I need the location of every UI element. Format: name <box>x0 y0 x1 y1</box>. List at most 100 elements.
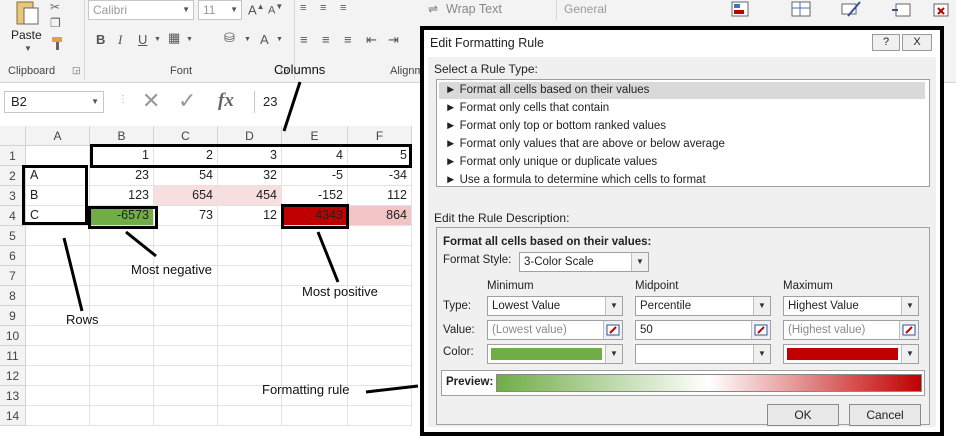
bold-icon[interactable]: B <box>96 32 105 47</box>
shrink-font-icon[interactable]: A▼ <box>268 2 283 17</box>
table-cell[interactable] <box>218 326 282 346</box>
column-header[interactable]: D <box>218 126 282 146</box>
insert-function-icon[interactable]: fx <box>218 90 234 112</box>
table-cell[interactable] <box>282 266 348 286</box>
row-header[interactable]: 8 <box>0 286 26 306</box>
borders-icon[interactable]: ▦ <box>168 30 180 46</box>
table-cell[interactable] <box>348 226 412 246</box>
table-cell[interactable]: -34 <box>348 166 412 186</box>
cancel-button[interactable]: Cancel <box>849 404 921 426</box>
maximum-color-select[interactable]: ▼ <box>783 344 919 364</box>
row-header[interactable]: 14 <box>0 406 26 426</box>
table-cell[interactable] <box>26 366 90 386</box>
row-header[interactable]: 10 <box>0 326 26 346</box>
table-cell[interactable] <box>26 286 90 306</box>
column-header[interactable]: A <box>26 126 90 146</box>
fill-color-icon[interactable]: ⛁ <box>224 30 235 46</box>
table-cell[interactable] <box>282 346 348 366</box>
table-cell[interactable] <box>282 326 348 346</box>
formula-input[interactable]: 23 <box>254 91 433 113</box>
enter-icon[interactable]: ✓ <box>178 88 196 114</box>
row-header[interactable]: 1 <box>0 146 26 166</box>
format-as-table-icon[interactable] <box>790 0 812 20</box>
table-cell[interactable] <box>282 246 348 266</box>
table-cell[interactable] <box>348 406 412 426</box>
rule-type-item[interactable]: ► Format only unique or duplicate values <box>439 154 925 171</box>
table-cell[interactable]: 654 <box>154 186 218 206</box>
maximum-value-input[interactable]: (Highest value) <box>783 320 919 340</box>
align-middle-icon[interactable]: ≡ <box>320 2 326 14</box>
table-cell[interactable] <box>218 406 282 426</box>
table-cell[interactable]: 32 <box>218 166 282 186</box>
table-cell[interactable]: 73 <box>154 206 218 226</box>
table-cell[interactable] <box>218 266 282 286</box>
table-cell[interactable] <box>348 306 412 326</box>
table-cell[interactable]: 12 <box>218 206 282 226</box>
underline-icon[interactable]: U <box>138 32 147 47</box>
table-cell[interactable] <box>218 246 282 266</box>
paste-icon[interactable] <box>14 0 40 26</box>
table-cell[interactable] <box>154 326 218 346</box>
column-header[interactable]: C <box>154 126 218 146</box>
table-cell[interactable] <box>26 226 90 246</box>
font-color-icon[interactable]: A <box>260 32 269 47</box>
table-cell[interactable] <box>90 286 154 306</box>
number-format-select[interactable]: General <box>560 0 690 20</box>
table-cell[interactable] <box>348 366 412 386</box>
paste-button[interactable]: Paste <box>11 28 42 42</box>
table-cell[interactable]: 864 <box>348 206 412 226</box>
help-button[interactable]: ? <box>872 34 900 51</box>
minimum-type-select[interactable]: Lowest Value ▼ <box>487 296 623 316</box>
wrap-text-button[interactable]: Wrap Text <box>446 2 502 16</box>
table-cell[interactable] <box>154 346 218 366</box>
clipboard-launcher-icon[interactable]: ◲ <box>72 65 81 76</box>
conditional-formatting-icon[interactable] <box>730 0 752 20</box>
minimum-color-select[interactable]: ▼ <box>487 344 623 364</box>
font-size-select[interactable]: 11 ▼ <box>198 0 242 20</box>
borders-dropdown-icon[interactable]: ▼ <box>186 36 193 43</box>
range-picker-icon[interactable] <box>899 321 918 339</box>
table-cell[interactable] <box>348 266 412 286</box>
column-header[interactable]: B <box>90 126 154 146</box>
column-header[interactable]: F <box>348 126 412 146</box>
table-cell[interactable] <box>26 406 90 426</box>
table-cell[interactable] <box>154 306 218 326</box>
midpoint-color-select[interactable]: ▼ <box>635 344 771 364</box>
table-cell[interactable] <box>282 306 348 326</box>
table-cell[interactable] <box>90 226 154 246</box>
align-bottom-icon[interactable]: ≡ <box>340 2 346 14</box>
table-cell[interactable] <box>348 346 412 366</box>
row-header[interactable]: 11 <box>0 346 26 366</box>
name-box[interactable]: B2 ▼ <box>4 91 104 113</box>
minimum-value-input[interactable]: (Lowest value) <box>487 320 623 340</box>
table-cell[interactable] <box>348 386 412 406</box>
table-cell[interactable] <box>154 386 218 406</box>
table-cell[interactable] <box>26 346 90 366</box>
cancel-icon[interactable]: ✕ <box>142 88 160 114</box>
rule-type-item[interactable]: ► Format only values that are above or b… <box>439 136 925 153</box>
copy-icon[interactable]: ❐ <box>50 16 61 30</box>
row-header[interactable]: 9 <box>0 306 26 326</box>
table-cell[interactable] <box>218 306 282 326</box>
select-all-corner[interactable] <box>0 126 26 146</box>
font-color-dropdown-icon[interactable]: ▼ <box>276 36 283 43</box>
maximum-type-select[interactable]: Highest Value ▼ <box>783 296 919 316</box>
table-cell[interactable] <box>218 346 282 366</box>
format-style-select[interactable]: 3-Color Scale ▼ <box>519 252 649 272</box>
table-cell[interactable]: 454 <box>218 186 282 206</box>
table-cell[interactable] <box>26 246 90 266</box>
midpoint-value-input[interactable]: 50 <box>635 320 771 340</box>
font-name-select[interactable]: Calibri ▼ <box>88 0 194 20</box>
align-right-icon[interactable]: ≡ <box>344 32 352 47</box>
table-cell[interactable] <box>90 366 154 386</box>
midpoint-type-select[interactable]: Percentile ▼ <box>635 296 771 316</box>
row-header[interactable]: 13 <box>0 386 26 406</box>
table-cell[interactable] <box>90 306 154 326</box>
align-top-icon[interactable]: ≡ <box>300 2 306 14</box>
range-picker-icon[interactable] <box>603 321 622 339</box>
table-cell[interactable] <box>282 226 348 246</box>
paste-dropdown-icon[interactable]: ▼ <box>24 44 32 53</box>
italic-icon[interactable]: I <box>118 32 122 48</box>
table-cell[interactable]: -152 <box>282 186 348 206</box>
row-header[interactable]: 5 <box>0 226 26 246</box>
